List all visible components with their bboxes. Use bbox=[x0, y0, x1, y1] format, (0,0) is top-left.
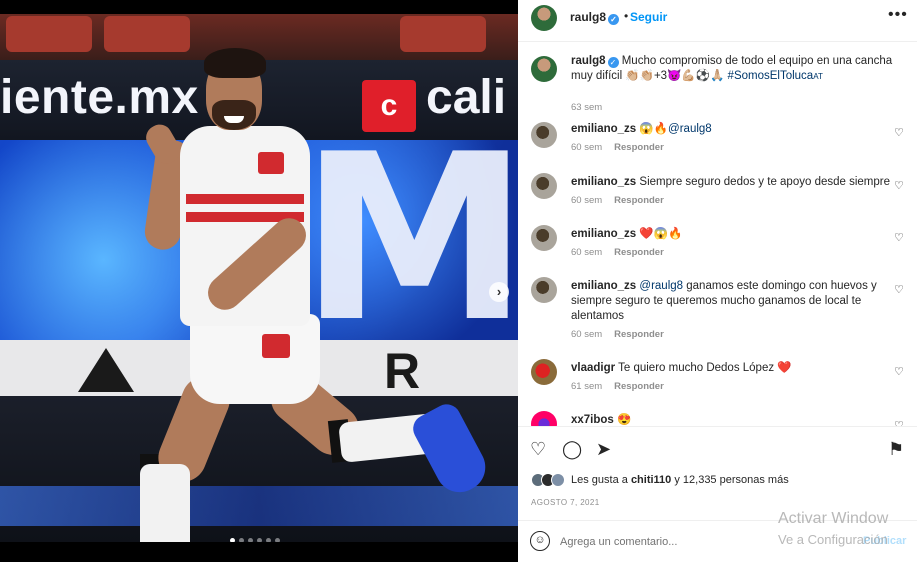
watermark-line1: Activar Window bbox=[778, 510, 889, 527]
like-icon[interactable]: ♡ bbox=[530, 439, 546, 460]
commenter-avatar[interactable] bbox=[531, 122, 557, 148]
carousel-dots bbox=[230, 538, 280, 542]
verified-icon: ✓ bbox=[607, 57, 619, 68]
reply-button[interactable]: Responder bbox=[614, 195, 664, 206]
comment-username[interactable]: vlaadigr bbox=[571, 362, 615, 374]
caption-tag: AT bbox=[813, 72, 823, 81]
likes-summary: Les gusta a chiti110 y 12,335 personas m… bbox=[531, 473, 789, 487]
comment-text: vlaadigr Te quiero mucho Dedos López ❤️ bbox=[571, 361, 893, 376]
comment-username[interactable]: emiliano_zs bbox=[571, 123, 636, 135]
comment-like-icon[interactable]: ♡ bbox=[894, 283, 904, 296]
commenter-avatar[interactable] bbox=[531, 173, 557, 199]
reply-button[interactable]: Responder bbox=[614, 329, 664, 340]
comment-meta: 60 sem Responder bbox=[571, 247, 664, 258]
comment-like-icon[interactable]: ♡ bbox=[894, 231, 904, 244]
comment-username[interactable]: emiliano_zs bbox=[571, 280, 636, 292]
post-panel: raulg8 ✓ • Seguir ••• raulg8 ✓ Mucho compr… bbox=[518, 0, 917, 562]
reply-button[interactable]: Responder bbox=[614, 142, 664, 153]
comment-mention[interactable]: @raulg8 bbox=[668, 123, 712, 135]
caption-hashtag[interactable]: #SomosElToluca bbox=[728, 70, 814, 82]
commenter-avatar[interactable] bbox=[531, 277, 557, 303]
comment-text: emiliano_zs @raulg8 ganamos este domingo… bbox=[571, 279, 893, 324]
save-icon[interactable]: ⚑ bbox=[888, 439, 904, 460]
post-actions: ♡ ◯ ➤ ⚑ Les gusta a chiti110 y 12,335 pe… bbox=[518, 426, 917, 520]
comment-meta: 60 sem Responder bbox=[571, 195, 664, 206]
comment-body: 😱🔥 bbox=[639, 123, 669, 135]
comment-time: 60 sem bbox=[571, 247, 603, 258]
comment-time: 60 sem bbox=[571, 329, 603, 340]
windows-activation-watermark: Activar Window Ve a Configuración bbox=[778, 510, 888, 547]
comment-username[interactable]: emiliano_zs bbox=[571, 228, 636, 240]
next-image-button[interactable]: › bbox=[489, 282, 509, 302]
comment-username[interactable]: xx7ibos bbox=[571, 414, 614, 426]
comment-text: emiliano_zs ❤️😱🔥 bbox=[571, 227, 893, 242]
comment-meta: 61 sem Responder bbox=[571, 381, 664, 392]
comment-mention[interactable]: @raulg8 bbox=[639, 280, 683, 292]
post-header: raulg8 ✓ • Seguir ••• bbox=[518, 0, 917, 42]
comment-text: xx7ibos 😍 bbox=[571, 413, 893, 426]
comment-input[interactable] bbox=[560, 531, 800, 553]
comment-meta: 60 sem Responder bbox=[571, 142, 664, 153]
author-avatar[interactable] bbox=[531, 5, 557, 31]
likes-text[interactable]: Les gusta a chiti110 y 12,335 personas m… bbox=[571, 474, 789, 486]
carousel-dot bbox=[266, 538, 271, 542]
comment-body: 😍 bbox=[617, 414, 632, 426]
triangle-logo bbox=[78, 348, 134, 392]
caption-text: raulg8 ✓ Mucho compromiso de todo el equi… bbox=[571, 54, 893, 84]
post-photo[interactable]: iente.mx c cali M R › bbox=[0, 14, 518, 542]
author-username[interactable]: raulg8 ✓ bbox=[570, 10, 620, 25]
author-avatar[interactable] bbox=[531, 56, 557, 82]
comment-body: ❤️😱🔥 bbox=[639, 228, 683, 240]
comment-time: 60 sem bbox=[571, 142, 603, 153]
caption-username[interactable]: raulg8 bbox=[571, 55, 606, 67]
comments-list[interactable]: raulg8 ✓ Mucho compromiso de todo el equi… bbox=[518, 42, 917, 426]
verified-icon: ✓ bbox=[608, 14, 620, 25]
comment-body: Siempre seguro dedos y te apoyo desde si… bbox=[639, 176, 890, 188]
carousel-dot bbox=[275, 538, 280, 542]
comment-body: Te quiero mucho Dedos López ❤️ bbox=[618, 362, 792, 374]
comment-time: 60 sem bbox=[571, 195, 603, 206]
comment-time: 61 sem bbox=[571, 381, 603, 392]
comment-text: emiliano_zs 😱🔥@raulg8 bbox=[571, 122, 893, 137]
follow-button[interactable]: Seguir bbox=[630, 10, 667, 24]
likes-user[interactable]: chiti110 bbox=[631, 474, 671, 486]
carousel-dot bbox=[257, 538, 262, 542]
commenter-avatar[interactable] bbox=[531, 411, 557, 426]
emoji-icon[interactable]: ☺ bbox=[530, 531, 550, 551]
comment-text: emiliano_zs Siempre seguro dedos y te ap… bbox=[571, 175, 893, 190]
comment-like-icon[interactable]: ♡ bbox=[894, 365, 904, 378]
comment-like-icon[interactable]: ♡ bbox=[894, 179, 904, 192]
comment-like-icon[interactable]: ♡ bbox=[894, 419, 904, 426]
reply-button[interactable]: Responder bbox=[614, 247, 664, 258]
commenter-avatar[interactable] bbox=[531, 225, 557, 251]
comment-username[interactable]: emiliano_zs bbox=[571, 176, 636, 188]
liker-avatar bbox=[551, 473, 565, 487]
reply-button[interactable]: Responder bbox=[614, 381, 664, 392]
header-separator: • bbox=[624, 9, 629, 23]
carousel-dot bbox=[230, 538, 235, 542]
player-figure bbox=[140, 44, 494, 542]
watermark-line2: Ve a Configuración bbox=[778, 532, 888, 547]
carousel-dot bbox=[248, 538, 253, 542]
commenter-avatar[interactable] bbox=[531, 359, 557, 385]
comment-like-icon[interactable]: ♡ bbox=[894, 126, 904, 139]
post-date: AGOSTO 7, 2021 bbox=[531, 498, 600, 507]
share-icon[interactable]: ➤ bbox=[596, 439, 611, 460]
caption-time: 63 sem bbox=[571, 102, 603, 113]
more-options-icon[interactable]: ••• bbox=[888, 6, 908, 24]
carousel-dot bbox=[239, 538, 244, 542]
comment-meta: 60 sem Responder bbox=[571, 329, 664, 340]
comment-icon[interactable]: ◯ bbox=[562, 439, 582, 460]
